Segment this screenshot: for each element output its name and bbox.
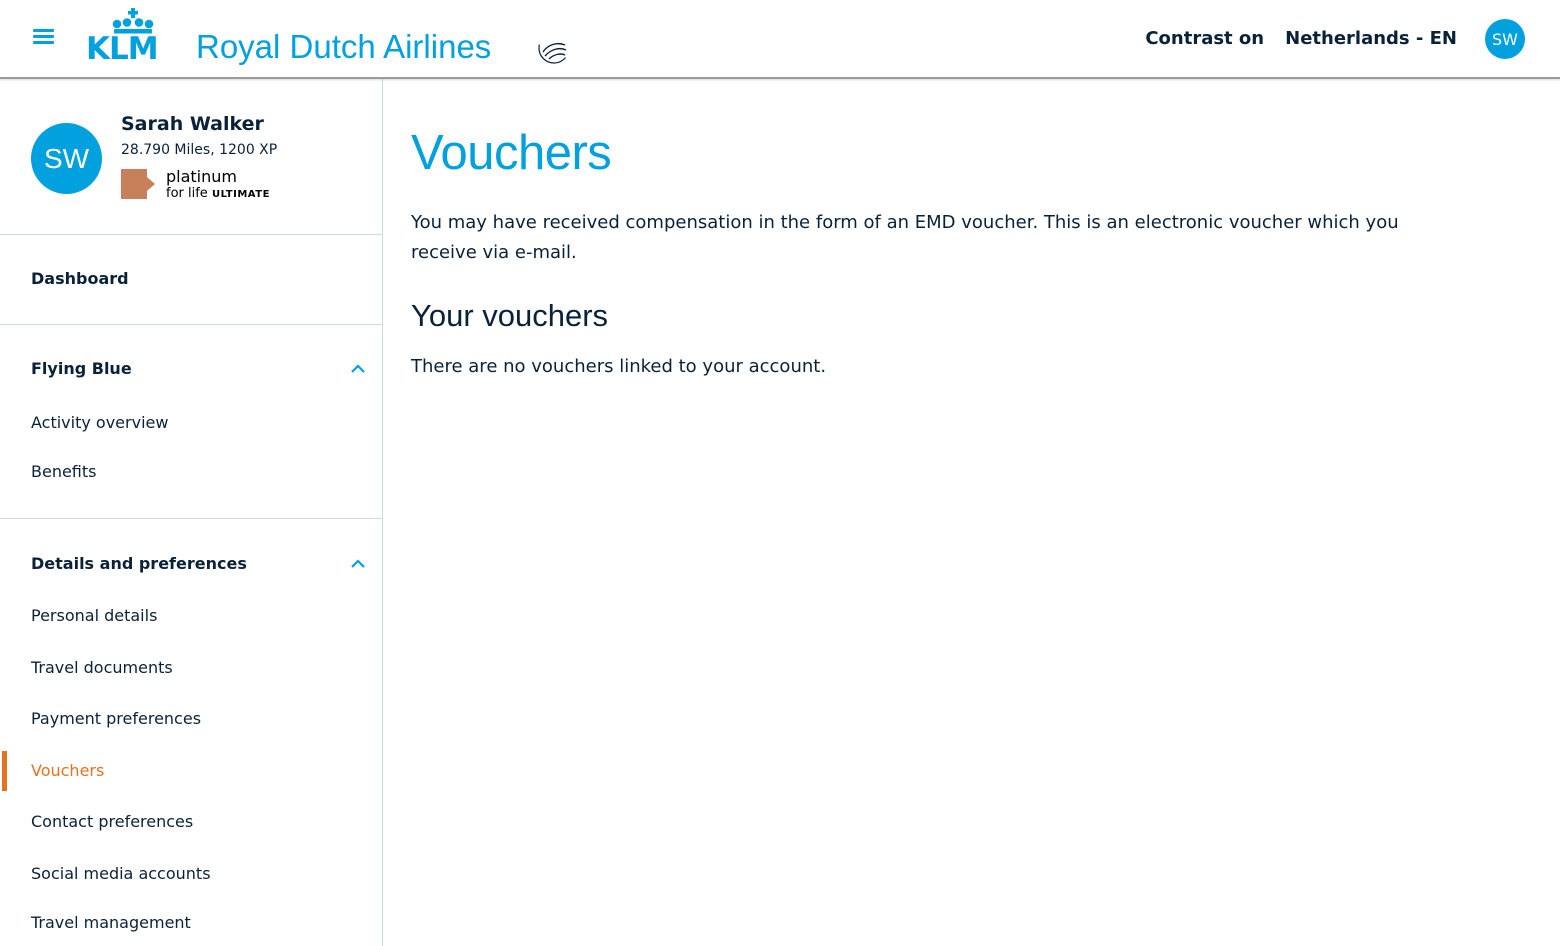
profile-card: SW Sarah Walker 28.790 Miles, 1200 XP pl… xyxy=(0,79,382,235)
active-indicator xyxy=(2,751,7,791)
tier-subtitle: for life ULTIMATE xyxy=(166,186,270,201)
section-title-details[interactable]: Details and preferences xyxy=(31,554,247,573)
chevron-up-icon[interactable] xyxy=(350,559,366,569)
tier-name: platinum xyxy=(166,167,237,186)
profile-stats: 28.790 Miles, 1200 XP xyxy=(121,142,278,158)
intro-text: You may have received compensation in th… xyxy=(411,212,1399,263)
sidebar-item-travel-documents[interactable]: Travel documents xyxy=(31,658,173,677)
locale-selector[interactable]: Netherlands - EN xyxy=(1285,28,1457,49)
header-nav: Contrast on Netherlands - EN xyxy=(1145,28,1457,49)
brand-name: Royal Dutch Airlines xyxy=(196,28,492,65)
hamburger-menu-icon[interactable] xyxy=(32,26,56,50)
empty-state-message: There are no vouchers linked to your acc… xyxy=(411,356,827,377)
chevron-up-icon[interactable] xyxy=(350,364,366,374)
main-content: Vouchers You may have received compensat… xyxy=(383,79,1560,946)
klm-wordmark: KLM xyxy=(86,31,159,67)
sidebar-item-vouchers[interactable]: Vouchers xyxy=(31,761,104,780)
tier-sub-prefix: for life xyxy=(166,186,208,201)
sidebar-item-benefits[interactable]: Benefits xyxy=(31,462,97,481)
profile-name: Sarah Walker xyxy=(121,113,264,135)
page-title: Vouchers xyxy=(411,126,612,180)
sidebar: SW Sarah Walker 28.790 Miles, 1200 XP pl… xyxy=(0,79,383,946)
sidebar-item-payment-preferences[interactable]: Payment preferences xyxy=(31,709,201,728)
sidebar-item-personal-details[interactable]: Personal details xyxy=(31,606,157,625)
dashboard-section: Dashboard xyxy=(0,234,382,325)
sidebar-item-activity-overview[interactable]: Activity overview xyxy=(31,413,168,432)
sidebar-item-dashboard[interactable]: Dashboard xyxy=(31,269,129,288)
top-header: KLM Royal Dutch Airlines Contrast on Net… xyxy=(0,0,1560,79)
profile-avatar: SW xyxy=(31,123,102,194)
details-section: Details and preferences Personal details… xyxy=(0,519,382,946)
sidebar-item-contact-preferences[interactable]: Contact preferences xyxy=(31,812,193,831)
tier-sub-suffix: ULTIMATE xyxy=(211,189,270,200)
account-avatar[interactable]: SW xyxy=(1485,19,1525,59)
tier-badge: platinum for life ULTIMATE xyxy=(121,167,281,203)
sidebar-item-travel-management[interactable]: Travel management xyxy=(31,913,191,932)
sidebar-item-social-media-accounts[interactable]: Social media accounts xyxy=(31,864,211,883)
klm-logo[interactable]: KLM Royal Dutch Airlines xyxy=(86,6,586,72)
contrast-toggle[interactable]: Contrast on xyxy=(1145,28,1264,49)
tier-icon xyxy=(121,169,155,199)
section-title-flying-blue[interactable]: Flying Blue xyxy=(31,359,132,378)
skyteam-icon xyxy=(538,32,570,64)
flying-blue-section: Flying Blue Activity overview Benefits xyxy=(0,325,382,519)
section-heading: Your vouchers xyxy=(411,298,609,333)
